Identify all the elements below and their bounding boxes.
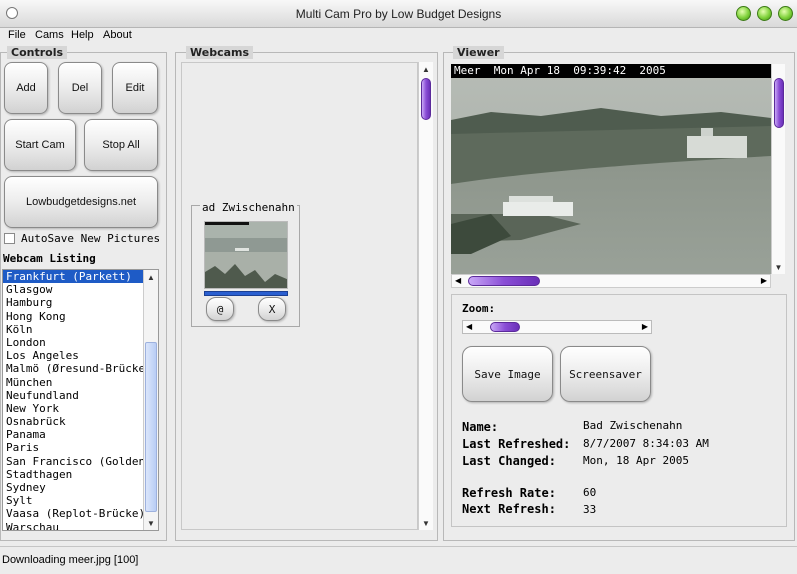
webcam-caption: Meer Mon Apr 18 09:39:42 2005: [451, 64, 771, 78]
menu-bar: File Cams Help About: [0, 28, 797, 44]
webcam-list-item[interactable]: San Francisco (Golden G: [3, 455, 143, 468]
menu-cams[interactable]: Cams: [35, 29, 64, 41]
viewer-vscroll[interactable]: ▼: [771, 64, 785, 274]
webcam-progress-bar: [204, 291, 288, 296]
webcam-card[interactable]: ad Zwischenahn @ X: [191, 201, 300, 327]
webcams-label: Webcams: [186, 46, 254, 59]
autosave-checkbox[interactable]: [4, 233, 15, 244]
webcam-list-item[interactable]: Stadthagen: [3, 468, 143, 481]
close-icon[interactable]: [778, 6, 793, 21]
viewer-vscroll-thumb[interactable]: [774, 78, 784, 128]
last-changed-value: Mon, 18 Apr 2005: [583, 454, 689, 467]
webcam-list-item[interactable]: Frankfurt (Parkett): [3, 270, 143, 284]
webcam-list-item[interactable]: Neufundland: [3, 389, 143, 402]
list-scrollbar[interactable]: ▲ ▼: [143, 270, 158, 530]
webcam-list-item[interactable]: Osnabrück: [3, 415, 143, 428]
viewer-hscroll-thumb[interactable]: [468, 276, 540, 286]
webcam-list: Frankfurt (Parkett) Glasgow Hamburg Hong Ko…: [2, 269, 159, 531]
webcam-card-title: ad Zwischenahn: [200, 201, 297, 214]
save-image-button[interactable]: Save Image: [462, 346, 553, 402]
website-button[interactable]: Lowbudgetdesigns.net: [4, 176, 158, 228]
webcam-list-item[interactable]: Warschau: [3, 521, 143, 530]
webcam-list-item[interactable]: Hong Kong: [3, 310, 143, 323]
webcam-list-item[interactable]: Vaasa (Replot-Brücke): [3, 507, 143, 520]
webcam-link-button[interactable]: @: [206, 297, 234, 321]
menu-help[interactable]: Help: [71, 29, 94, 41]
webcam-listing-label: Webcam Listing: [3, 252, 96, 265]
viewer-scroll-down-icon[interactable]: ▼: [772, 260, 785, 274]
add-button[interactable]: Add: [4, 62, 48, 114]
zoom-decrease-icon[interactable]: ◀: [466, 322, 472, 331]
status-bar: Downloading meer.jpg [100]: [0, 546, 797, 574]
start-cam-button[interactable]: Start Cam: [4, 119, 76, 171]
menu-about[interactable]: About: [103, 29, 132, 41]
viewer-scroll-right-icon[interactable]: ▶: [761, 276, 767, 285]
webcams-scroll-thumb[interactable]: [421, 78, 431, 120]
minimize-icon[interactable]: [736, 6, 751, 21]
webcam-list-item[interactable]: Paris: [3, 441, 143, 454]
webcam-thumbnail[interactable]: [204, 221, 288, 289]
viewer-label: Viewer: [453, 46, 504, 59]
webcam-remove-button[interactable]: X: [258, 297, 286, 321]
webcams-scroll-down-icon[interactable]: ▼: [419, 516, 433, 530]
last-changed-label: Last Changed:: [462, 454, 556, 468]
zoom-slider-thumb[interactable]: [490, 322, 521, 332]
webcam-list-item[interactable]: Glasgow: [3, 283, 143, 296]
maximize-icon[interactable]: [757, 6, 772, 21]
webcam-list-item[interactable]: Malmö (Øresund-Brücke: [3, 362, 143, 375]
stop-all-button[interactable]: Stop All: [84, 119, 158, 171]
zoom-increase-icon[interactable]: ▶: [642, 322, 648, 331]
zoom-slider[interactable]: ◀ ▶: [462, 320, 652, 334]
webcam-list-item[interactable]: Sylt: [3, 494, 143, 507]
del-button[interactable]: Del: [58, 62, 102, 114]
edit-button[interactable]: Edit: [112, 62, 158, 114]
name-value: Bad Zwischenahn: [583, 419, 683, 432]
webcam-list-item[interactable]: Köln: [3, 323, 143, 336]
refresh-rate-label: Refresh Rate:: [462, 486, 556, 500]
refresh-rate-value: 60: [583, 486, 597, 499]
next-refresh-value: 33: [583, 503, 597, 516]
webcam-list-item[interactable]: New York: [3, 402, 143, 415]
last-refreshed-label: Last Refreshed:: [462, 437, 571, 451]
webcam-list-item[interactable]: Los Angeles: [3, 349, 143, 362]
menu-file[interactable]: File: [8, 29, 26, 41]
zoom-label: Zoom:: [462, 302, 496, 315]
screensaver-button[interactable]: Screensaver: [560, 346, 651, 402]
last-refreshed-value: 8/7/2007 8:34:03 AM: [583, 437, 709, 450]
webcam-list-item[interactable]: Hamburg: [3, 296, 143, 309]
scroll-up-icon[interactable]: ▲: [144, 270, 158, 284]
webcam-list-item[interactable]: London: [3, 336, 143, 349]
autosave-label: AutoSave New Pictures: [21, 232, 161, 245]
viewer-scroll-left-icon[interactable]: ◀: [455, 276, 461, 285]
webcam-image[interactable]: Meer Mon Apr 18 09:39:42 2005: [451, 64, 771, 274]
next-refresh-label: Next Refresh:: [462, 502, 556, 516]
webcam-list-item[interactable]: Sydney: [3, 481, 143, 494]
scroll-down-icon[interactable]: ▼: [144, 516, 158, 530]
window-title: Multi Cam Pro by Low Budget Designs: [295, 7, 502, 21]
title-bar: Multi Cam Pro by Low Budget Designs: [0, 0, 797, 28]
viewer-hscroll[interactable]: ◀ ▶: [451, 274, 771, 288]
controls-label: Controls: [7, 46, 68, 59]
webcam-list-item[interactable]: Panama: [3, 428, 143, 441]
status-text: Downloading meer.jpg [100]: [2, 554, 139, 566]
webcams-scroll-up-icon[interactable]: ▲: [419, 62, 433, 76]
webcam-list-item[interactable]: München: [3, 376, 143, 389]
webcams-scrollbar[interactable]: ▲ ▼: [418, 62, 433, 530]
name-label: Name:: [462, 420, 499, 434]
list-scroll-thumb[interactable]: [145, 342, 157, 512]
